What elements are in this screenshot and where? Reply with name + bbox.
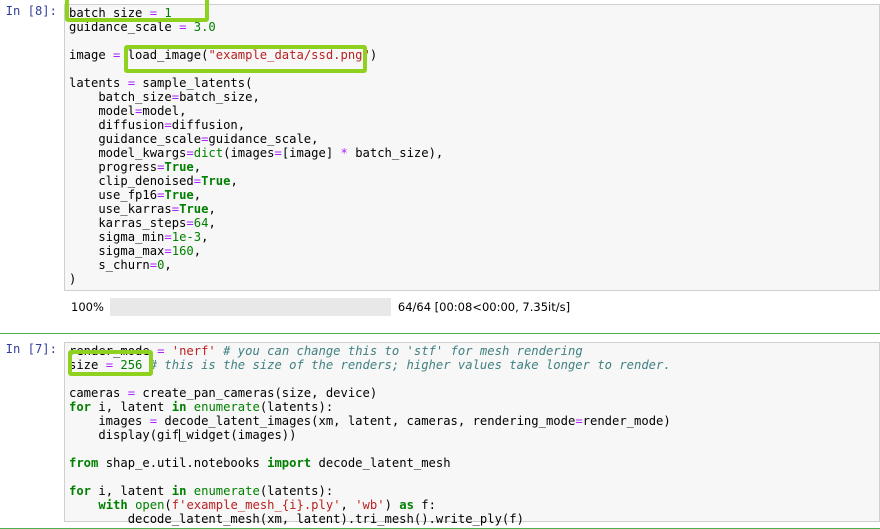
code-input-area-in8[interactable]: batch_size = 1 guidance_scale = 3.0 imag… [64, 4, 880, 291]
progress-bar-output: 100% 64/64 [00:08<00:00, 7.35it/s] [71, 298, 570, 316]
notebook-cell-in8[interactable]: In [8]: batch_size = 1 guidance_scale = … [0, 4, 880, 291]
jupyter-notebook: In [8]: batch_size = 1 guidance_scale = … [0, 0, 880, 529]
progress-meta-text: 64/64 [00:08<00:00, 7.35it/s] [397, 300, 571, 314]
notebook-cell-in7[interactable]: In [7]: render_mode = 'nerf' # you can c… [0, 333, 880, 529]
cell-prompt-in8: In [8]: [5, 4, 57, 18]
progress-percent-label: 100% [71, 300, 104, 314]
code-input-area-in7[interactable]: render_mode = 'nerf' # you can change th… [64, 342, 880, 526]
code-block-in7[interactable]: render_mode = 'nerf' # you can change th… [65, 343, 879, 528]
cell-prompt-in7: In [7]: [5, 342, 57, 356]
code-block-in8[interactable]: batch_size = 1 guidance_scale = 3.0 imag… [65, 5, 879, 288]
progress-bar-track [109, 298, 391, 316]
